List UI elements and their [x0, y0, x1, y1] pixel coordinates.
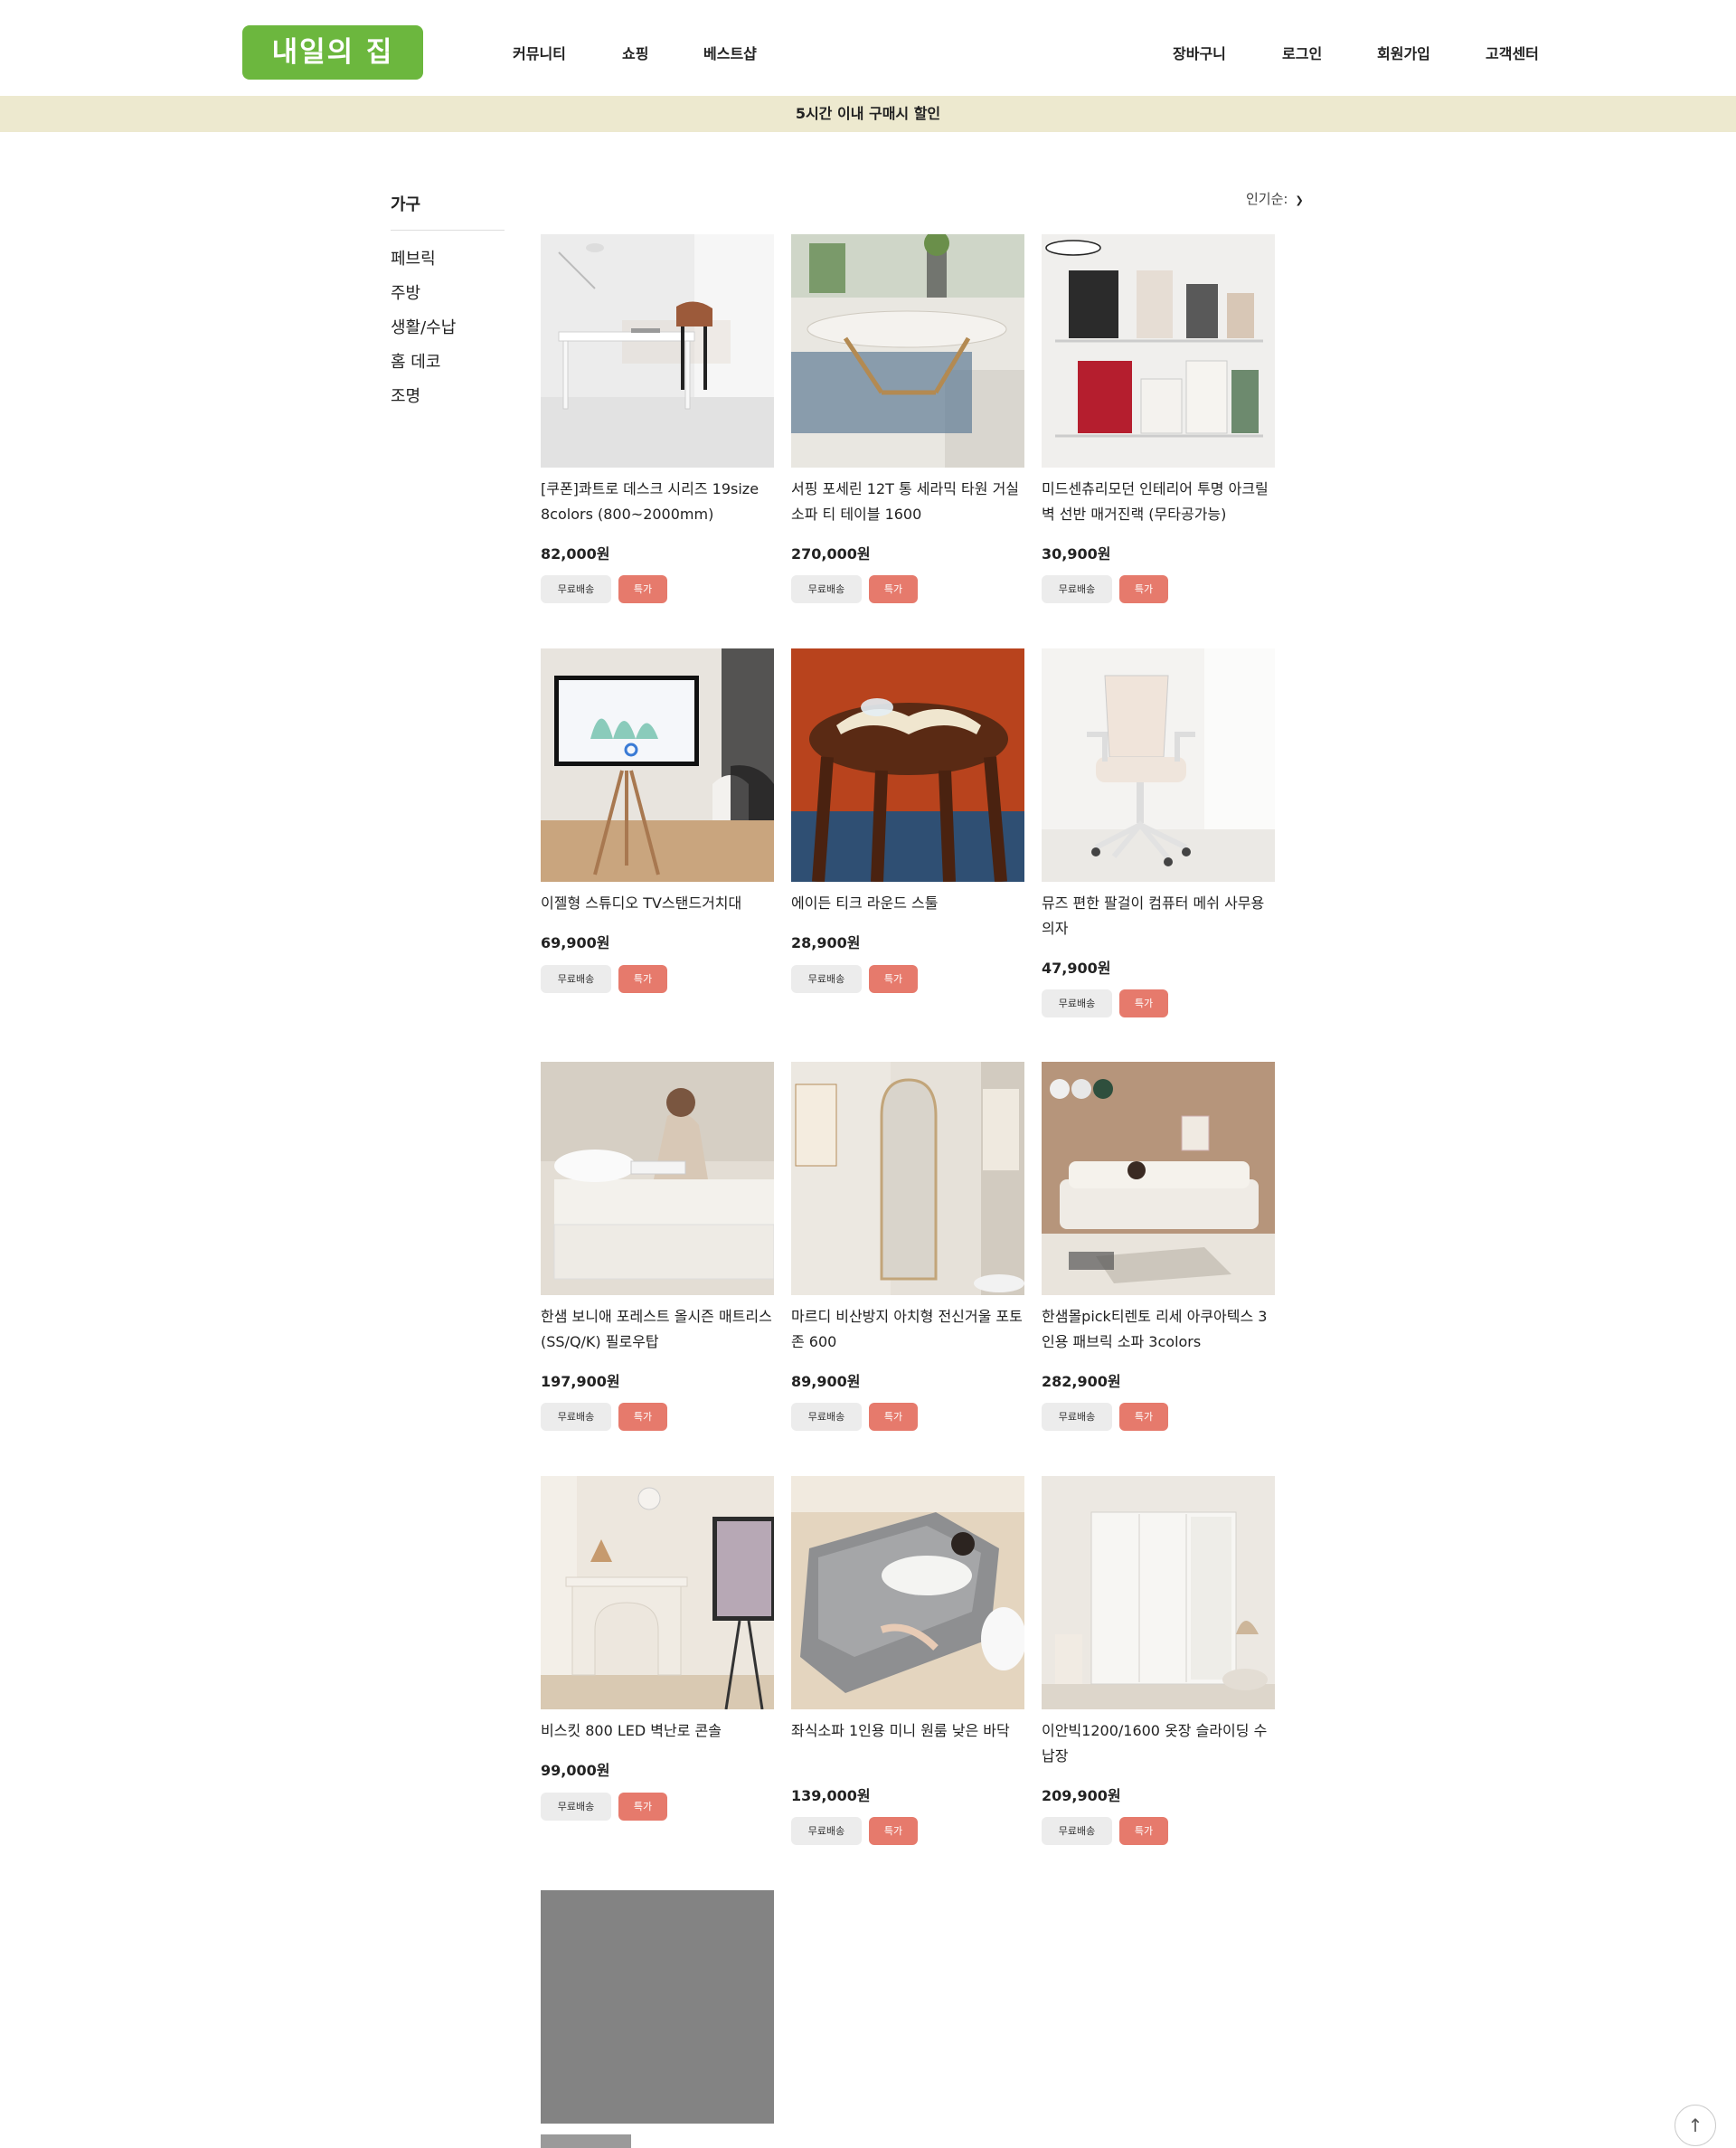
sale-badge: 특가: [618, 965, 667, 993]
sidebar-item-fabric[interactable]: 페브릭: [391, 246, 436, 270]
sale-badge: 특가: [618, 575, 667, 603]
sale-badge: 특가: [618, 1793, 667, 1821]
product-card[interactable]: 뮤즈 편한 팔걸이 컴퓨터 메쉬 사무용의자 47,900원 무료배송 특가: [1042, 648, 1275, 1017]
product-price: 270,000원: [791, 545, 871, 563]
product-price: 139,000원: [791, 1787, 871, 1804]
product-image[interactable]: [541, 234, 774, 468]
sale-badge: 특가: [1119, 1403, 1168, 1431]
site-header: 내일의 집 커뮤니티 쇼핑 베스트샵 장바구니 로그인 회원가입 고객센터: [0, 0, 1736, 96]
product-name[interactable]: 서핑 포세린 12T 통 세라믹 타원 거실 소파 티 테이블 1600: [791, 477, 1024, 527]
product-name[interactable]: 비스킷 800 LED 벽난로 콘솔: [541, 1718, 774, 1744]
product-image[interactable]: [541, 1062, 774, 1295]
product-card[interactable]: 미드센츄리모던 인테리어 투명 아크릴 벽 선반 매거진랙 (무타공가능) 30…: [1042, 234, 1275, 603]
product-price: 89,900원: [791, 1373, 861, 1390]
free-shipping-badge: 무료배송: [1042, 1403, 1112, 1431]
sidebar-item-storage[interactable]: 생활/수납: [391, 315, 456, 338]
product-price: 197,900원: [541, 1373, 620, 1390]
product-card[interactable]: 에이든 티크 라운드 스툴 28,900원 무료배송 특가: [791, 648, 1024, 993]
free-shipping-badge: 무료배송: [1042, 989, 1112, 1017]
chevron-down-icon: ❯: [1295, 194, 1304, 206]
sale-badge: 특가: [1119, 989, 1168, 1017]
sort-dropdown[interactable]: 인기순: ❯: [1246, 189, 1304, 208]
sale-badge: 특가: [869, 1817, 918, 1845]
product-price: 69,900원: [541, 934, 610, 951]
product-card[interactable]: 마르디 비산방지 아치형 전신거울 포토존 600 89,900원 무료배송 특…: [791, 1062, 1024, 1431]
product-image[interactable]: [1042, 1476, 1275, 1709]
sidebar-item-kitchen[interactable]: 주방: [391, 280, 420, 304]
product-image[interactable]: [541, 648, 774, 882]
product-price: 28,900원: [791, 934, 861, 951]
free-shipping-badge: 무료배송: [791, 965, 862, 993]
free-shipping-badge: 무료배송: [541, 1793, 611, 1821]
sidebar-item-home-deco[interactable]: 홈 데코: [391, 349, 440, 373]
sort-label: 인기순:: [1246, 191, 1288, 207]
product-card[interactable]: [쿠폰]콰트로 데스크 시리즈 19size 8colors (800~2000…: [541, 234, 774, 603]
product-image[interactable]: [1042, 1062, 1275, 1295]
product-image[interactable]: [1042, 234, 1275, 468]
sale-badge: 특가: [1119, 1817, 1168, 1845]
product-image[interactable]: [541, 1476, 774, 1709]
sidebar-item-lighting[interactable]: 조명: [391, 383, 420, 407]
sale-badge: 특가: [869, 965, 918, 993]
product-card[interactable]: 한샘몰pick티렌토 리세 아쿠아텍스 3인용 패브릭 소파 3colors 2…: [1042, 1062, 1275, 1431]
product-card[interactable]: 한샘 보니애 포레스트 올시즌 매트리스(SS/Q/K) 필로우탑 197,90…: [541, 1062, 774, 1431]
sale-badge: 특가: [869, 1403, 918, 1431]
product-name[interactable]: 한샘몰pick티렌토 리세 아쿠아텍스 3인용 패브릭 소파 3colors: [1042, 1304, 1275, 1355]
product-price: 282,900원: [1042, 1373, 1121, 1390]
free-shipping-badge: 무료배송: [791, 1403, 862, 1431]
nav-signup[interactable]: 회원가입: [1377, 42, 1430, 63]
product-price: 82,000원: [541, 545, 610, 563]
product-card[interactable]: 이젤형 스튜디오 TV스탠드거치대 69,900원 무료배송 특가: [541, 648, 774, 993]
nav-cart[interactable]: 장바구니: [1173, 42, 1226, 63]
site-logo[interactable]: 내일의 집: [242, 25, 423, 80]
scroll-top-button[interactable]: ↑: [1675, 2105, 1716, 2146]
free-shipping-badge: 무료배송: [1042, 1817, 1112, 1845]
product-name[interactable]: 이젤형 스튜디오 TV스탠드거치대: [541, 891, 774, 916]
product-name[interactable]: 한샘 보니애 포레스트 올시즌 매트리스(SS/Q/K) 필로우탑: [541, 1304, 774, 1355]
product-name[interactable]: 좌식소파 1인용 미니 원룸 낮은 바닥: [791, 1718, 1024, 1744]
nav-bestshop[interactable]: 베스트샵: [703, 42, 757, 63]
free-shipping-badge: 무료배송: [541, 575, 611, 603]
sale-badge: 특가: [1119, 575, 1168, 603]
product-name[interactable]: 마르디 비산방지 아치형 전신거울 포토존 600: [791, 1304, 1024, 1355]
product-name[interactable]: 뮤즈 편한 팔걸이 컴퓨터 메쉬 사무용의자: [1042, 891, 1275, 942]
product-image[interactable]: [791, 648, 1024, 882]
product-card[interactable]: 서핑 포세린 12T 통 세라믹 타원 거실 소파 티 테이블 1600 270…: [791, 234, 1024, 603]
nav-community[interactable]: 커뮤니티: [513, 42, 566, 63]
nav-login[interactable]: 로그인: [1282, 42, 1322, 63]
free-shipping-badge: 무료배송: [541, 965, 611, 993]
product-name[interactable]: 에이든 티크 라운드 스툴: [791, 891, 1024, 916]
loading-placeholder-text: [541, 2134, 631, 2148]
product-card[interactable]: 비스킷 800 LED 벽난로 콘솔 99,000원 무료배송 특가: [541, 1476, 774, 1821]
sale-badge: 특가: [869, 575, 918, 603]
product-image[interactable]: [1042, 648, 1275, 882]
sale-badge: 특가: [618, 1403, 667, 1431]
product-image[interactable]: [791, 1062, 1024, 1295]
category-divider: [391, 230, 505, 231]
product-card[interactable]: 이안빅1200/1600 옷장 슬라이딩 수납장 209,900원 무료배송 특…: [1042, 1476, 1275, 1845]
product-price: 209,900원: [1042, 1787, 1121, 1804]
category-title: 가구: [391, 195, 421, 214]
product-name[interactable]: 이안빅1200/1600 옷장 슬라이딩 수납장: [1042, 1718, 1275, 1769]
product-price: 47,900원: [1042, 960, 1111, 977]
free-shipping-badge: 무료배송: [541, 1403, 611, 1431]
promo-banner: 5시간 이내 구매시 할인: [0, 96, 1736, 132]
product-name[interactable]: 미드센츄리모던 인테리어 투명 아크릴 벽 선반 매거진랙 (무타공가능): [1042, 477, 1275, 527]
nav-customer-center[interactable]: 고객센터: [1486, 42, 1539, 63]
product-image[interactable]: [791, 1476, 1024, 1709]
loading-placeholder-image: [541, 1890, 774, 2124]
nav-shopping[interactable]: 쇼핑: [622, 42, 648, 63]
free-shipping-badge: 무료배송: [1042, 575, 1112, 603]
product-price: 99,000원: [541, 1762, 610, 1779]
free-shipping-badge: 무료배송: [791, 575, 862, 603]
product-price: 30,900원: [1042, 545, 1111, 563]
free-shipping-badge: 무료배송: [791, 1817, 862, 1845]
product-card[interactable]: 좌식소파 1인용 미니 원룸 낮은 바닥 139,000원 무료배송 특가: [791, 1476, 1024, 1845]
product-image[interactable]: [791, 234, 1024, 468]
product-name[interactable]: [쿠폰]콰트로 데스크 시리즈 19size 8colors (800~2000…: [541, 477, 774, 527]
